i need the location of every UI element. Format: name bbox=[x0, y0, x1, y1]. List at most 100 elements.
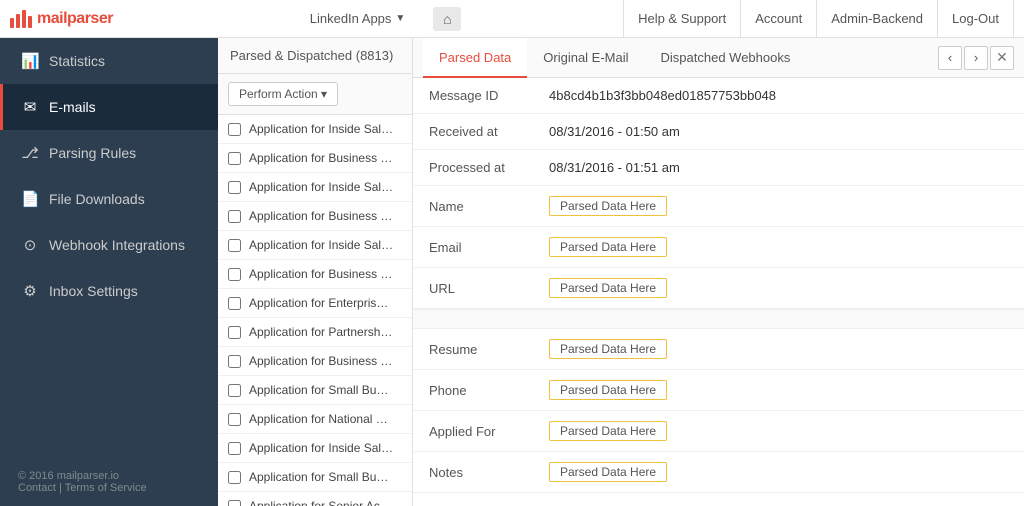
list-item[interactable]: Application for Business Deve... bbox=[218, 260, 412, 289]
sidebar-item-inbox-settings[interactable]: ⚙ Inbox Settings bbox=[0, 268, 218, 314]
tab-nav-buttons: ‹ › ✕ bbox=[938, 46, 1014, 70]
email-list-header: Parsed & Dispatched (8813) bbox=[218, 38, 412, 74]
sidebar-footer: © 2016 mailparser.io Contact | Terms of … bbox=[0, 458, 218, 506]
field-label: Name bbox=[413, 186, 533, 227]
sidebar-item-label: Webhook Integrations bbox=[49, 237, 185, 253]
parsed-data-table-2: Resume Parsed Data Here Phone Parsed Dat… bbox=[413, 329, 1024, 493]
tab-parsed-data[interactable]: Parsed Data bbox=[423, 38, 527, 78]
logo-text: mailparser bbox=[37, 10, 113, 28]
list-item[interactable]: Application for Senior Account... bbox=[218, 492, 412, 506]
logout-link[interactable]: Log-Out bbox=[937, 0, 1014, 38]
chevron-down-icon: ▼ bbox=[395, 13, 405, 24]
tab-original-email[interactable]: Original E-Mail bbox=[527, 38, 644, 78]
table-row: Notes Parsed Data Here bbox=[413, 452, 1024, 493]
field-label: Notes bbox=[413, 452, 533, 493]
home-button[interactable]: ⌂ bbox=[433, 7, 461, 31]
email-list-items: Application for Inside Sales fro... Appl… bbox=[218, 115, 412, 506]
account-link[interactable]: Account bbox=[740, 0, 816, 38]
email-subject: Application for Inside Sales fro... bbox=[249, 180, 394, 194]
next-button[interactable]: › bbox=[964, 46, 988, 70]
email-checkbox[interactable] bbox=[228, 123, 241, 136]
help-support-link[interactable]: Help & Support bbox=[623, 0, 740, 38]
list-item[interactable]: Application for Partnership Sa... bbox=[218, 318, 412, 347]
close-button[interactable]: ✕ bbox=[990, 46, 1014, 70]
list-item[interactable]: Application for Inside Sales fro... bbox=[218, 173, 412, 202]
email-subject: Application for Senior Account... bbox=[249, 499, 394, 506]
content-area: Parsed & Dispatched (8813) Perform Actio… bbox=[218, 38, 1024, 506]
email-checkbox[interactable] bbox=[228, 152, 241, 165]
email-subject: Application for Inside Sales fro... bbox=[249, 238, 394, 252]
logo-icon bbox=[10, 10, 32, 28]
prev-button[interactable]: ‹ bbox=[938, 46, 962, 70]
email-checkbox[interactable] bbox=[228, 239, 241, 252]
sidebar-item-webhook-integrations[interactable]: ⊙ Webhook Integrations bbox=[0, 222, 218, 268]
chevron-right-icon: › bbox=[974, 50, 978, 65]
list-item[interactable]: Application for National Sales ... bbox=[218, 405, 412, 434]
parsed-data-badge: Parsed Data Here bbox=[549, 196, 667, 216]
table-row: Resume Parsed Data Here bbox=[413, 329, 1024, 370]
parsed-data-badge: Parsed Data Here bbox=[549, 278, 667, 298]
email-subject: Application for Enterprise Acc... bbox=[249, 296, 394, 310]
sidebar-item-parsing-rules[interactable]: ⎇ Parsing Rules bbox=[0, 130, 218, 176]
terms-link[interactable]: Terms of Service bbox=[65, 482, 147, 494]
email-checkbox[interactable] bbox=[228, 384, 241, 397]
table-row: Email Parsed Data Here bbox=[413, 227, 1024, 268]
close-icon: ✕ bbox=[996, 49, 1008, 66]
chevron-left-icon: ‹ bbox=[948, 50, 952, 65]
list-item[interactable]: Application for Small Business... bbox=[218, 463, 412, 492]
linkedin-apps-dropdown[interactable]: LinkedIn Apps ▼ bbox=[302, 0, 414, 38]
email-checkbox[interactable] bbox=[228, 210, 241, 223]
sidebar-item-label: Inbox Settings bbox=[49, 283, 138, 299]
home-icon: ⌂ bbox=[443, 11, 451, 27]
field-label: URL bbox=[413, 268, 533, 309]
email-checkbox[interactable] bbox=[228, 297, 241, 310]
parsed-data-table: Message ID 4b8cd4b1b3f3bb048ed01857753bb… bbox=[413, 78, 1024, 309]
sidebar-item-statistics[interactable]: 📊 Statistics bbox=[0, 38, 218, 84]
list-item[interactable]: Application for Inside Sales fro... bbox=[218, 434, 412, 463]
email-subject: Application for Inside Sales fro... bbox=[249, 441, 394, 455]
email-icon: ✉ bbox=[21, 98, 39, 116]
perform-action-button[interactable]: Perform Action ▾ bbox=[228, 82, 338, 106]
email-subject: Application for Business Deve... bbox=[249, 354, 394, 368]
email-checkbox[interactable] bbox=[228, 181, 241, 194]
table-row: Phone Parsed Data Here bbox=[413, 370, 1024, 411]
email-checkbox[interactable] bbox=[228, 326, 241, 339]
list-item[interactable]: Application for Business Deve... bbox=[218, 202, 412, 231]
field-label: Applied For bbox=[413, 411, 533, 452]
email-checkbox[interactable] bbox=[228, 355, 241, 368]
section-separator bbox=[413, 309, 1024, 329]
email-checkbox[interactable] bbox=[228, 442, 241, 455]
sidebar-item-emails[interactable]: ✉ E-mails bbox=[0, 84, 218, 130]
field-label: Processed at bbox=[413, 150, 533, 186]
parsed-data-badge: Parsed Data Here bbox=[549, 462, 667, 482]
contact-link[interactable]: Contact bbox=[18, 482, 56, 494]
list-item[interactable]: Application for Business Deve... bbox=[218, 347, 412, 376]
list-item[interactable]: Application for Business Deve... bbox=[218, 144, 412, 173]
field-value: Parsed Data Here bbox=[533, 329, 1024, 370]
email-checkbox[interactable] bbox=[228, 471, 241, 484]
admin-backend-link[interactable]: Admin-Backend bbox=[816, 0, 937, 38]
email-checkbox[interactable] bbox=[228, 268, 241, 281]
field-label: Message ID bbox=[413, 78, 533, 114]
field-value: 08/31/2016 - 01:50 am bbox=[533, 114, 1024, 150]
field-label: Resume bbox=[413, 329, 533, 370]
settings-icon: ⚙ bbox=[21, 282, 39, 300]
field-value: Parsed Data Here bbox=[533, 411, 1024, 452]
sidebar-item-file-downloads[interactable]: 📄 File Downloads bbox=[0, 176, 218, 222]
tab-dispatched-webhooks[interactable]: Dispatched Webhooks bbox=[645, 38, 807, 78]
email-list-panel: Parsed & Dispatched (8813) Perform Actio… bbox=[218, 38, 413, 506]
list-item[interactable]: Application for Small Business... bbox=[218, 376, 412, 405]
email-subject: Application for Partnership Sa... bbox=[249, 325, 394, 339]
field-value: Parsed Data Here bbox=[533, 227, 1024, 268]
email-subject: Application for Business Deve... bbox=[249, 209, 394, 223]
email-checkbox[interactable] bbox=[228, 500, 241, 506]
field-value: 4b8cd4b1b3f3bb048ed01857753bb048 bbox=[533, 78, 1024, 114]
email-checkbox[interactable] bbox=[228, 413, 241, 426]
list-item[interactable]: Application for Enterprise Acc... bbox=[218, 289, 412, 318]
sidebar-item-label: E-mails bbox=[49, 99, 96, 115]
email-subject: Application for National Sales ... bbox=[249, 412, 394, 426]
parsed-data-content: Message ID 4b8cd4b1b3f3bb048ed01857753bb… bbox=[413, 78, 1024, 506]
list-item[interactable]: Application for Inside Sales fro... bbox=[218, 231, 412, 260]
list-item[interactable]: Application for Inside Sales fro... bbox=[218, 115, 412, 144]
field-value: Parsed Data Here bbox=[533, 186, 1024, 227]
